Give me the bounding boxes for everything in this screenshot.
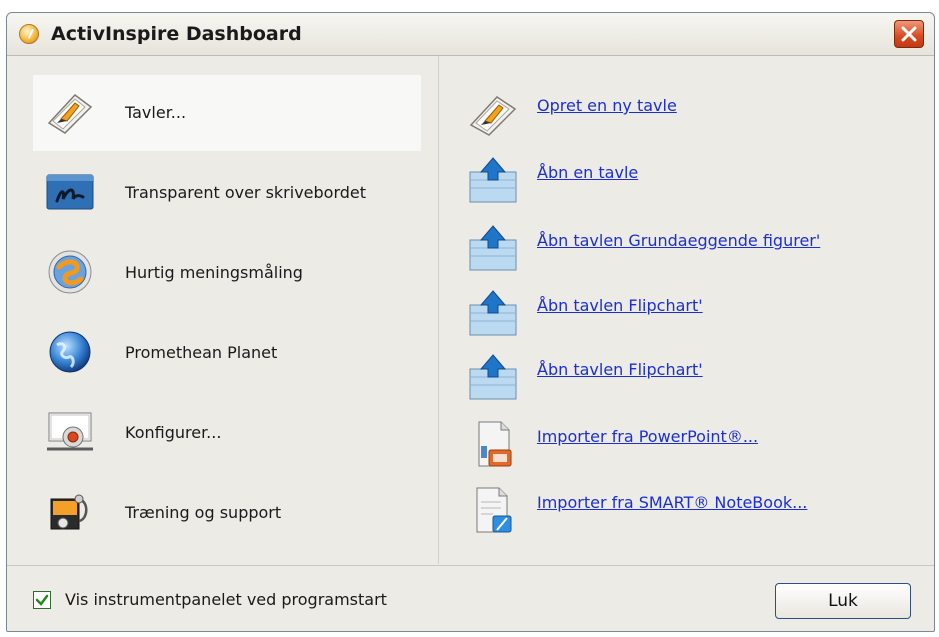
link-open-flipchart-template-2[interactable]: Åbn tavlen Flipchart' xyxy=(537,347,703,393)
menu-label-promethean-planet: Promethean Planet xyxy=(125,343,278,362)
link-item-new-flipchart[interactable]: Opret en ny tavle xyxy=(463,83,923,143)
close-button[interactable]: Luk xyxy=(775,583,911,619)
footer-divider xyxy=(7,565,934,566)
link-new-flipchart[interactable]: Opret en ny tavle xyxy=(537,83,677,129)
menu-item-configure[interactable]: Konfigurer... xyxy=(33,395,421,471)
title-bar[interactable]: ActivInspire Dashboard xyxy=(7,13,934,56)
menu-label-configure: Konfigurer... xyxy=(125,423,222,442)
menu-label-training-support: Træning og support xyxy=(125,503,282,522)
menu-label-flipcharts: Tavler... xyxy=(125,103,187,122)
window-title: ActivInspire Dashboard xyxy=(51,23,302,45)
link-open-flipchart[interactable]: Åbn en tavle xyxy=(537,150,638,196)
menu-item-promethean-planet[interactable]: Promethean Planet xyxy=(33,315,421,391)
checkmark-icon xyxy=(35,594,49,606)
flipchart-icon xyxy=(47,93,93,134)
link-item-open-flipchart-1[interactable]: Åbn tavlen Flipchart' xyxy=(463,283,923,343)
link-import-powerpoint[interactable]: Importer fra PowerPoint®... xyxy=(537,414,758,460)
open-folder-icon xyxy=(469,354,517,400)
training-support-icon xyxy=(50,494,88,530)
globe-icon xyxy=(49,331,91,373)
menu-item-express-poll[interactable]: Hurtig meningsmåling xyxy=(33,235,421,311)
link-item-import-powerpoint[interactable]: Importer fra PowerPoint®... xyxy=(463,414,923,474)
link-open-basic-shapes[interactable]: Åbn tavlen Grundaeggende figurer' xyxy=(537,218,820,264)
express-poll-icon xyxy=(48,250,92,294)
menu-item-training-support[interactable]: Træning og support xyxy=(33,475,421,551)
dashboard-window: ActivInspire Dashboard Tavler... Transpa… xyxy=(6,12,935,632)
configure-icon xyxy=(47,412,93,451)
show-at-startup-checkbox[interactable] xyxy=(33,591,51,609)
menu-item-flipcharts[interactable]: Tavler... xyxy=(33,75,421,151)
link-item-import-notebook[interactable]: Importer fra SMART® NoteBook... xyxy=(463,480,923,540)
new-flipchart-icon xyxy=(469,96,517,136)
open-folder-icon xyxy=(469,157,517,203)
menu-item-desktop-annotate[interactable]: Transparent over skrivebordet xyxy=(33,155,421,231)
activinspire-app-icon xyxy=(19,24,39,44)
close-icon xyxy=(901,26,917,42)
show-at-startup-label: Vis instrumentpanelet ved programstart xyxy=(65,590,387,609)
notebook-import-icon xyxy=(476,487,512,533)
panel-divider xyxy=(438,56,439,564)
link-item-open-flipchart[interactable]: Åbn en tavle xyxy=(463,150,923,210)
link-item-open-flipchart-2[interactable]: Åbn tavlen Flipchart' xyxy=(463,347,923,407)
menu-label-desktop-annotate: Transparent over skrivebordet xyxy=(125,183,367,202)
close-window-button[interactable] xyxy=(894,20,924,48)
powerpoint-import-icon xyxy=(478,421,512,467)
link-import-notebook[interactable]: Importer fra SMART® NoteBook... xyxy=(537,480,807,526)
open-folder-icon xyxy=(469,225,517,271)
link-item-open-basic-shapes[interactable]: Åbn tavlen Grundaeggende figurer' xyxy=(463,218,923,278)
menu-label-express-poll: Hurtig meningsmåling xyxy=(125,263,303,282)
link-open-flipchart-template-1[interactable]: Åbn tavlen Flipchart' xyxy=(537,283,703,329)
desktop-annotate-icon xyxy=(46,174,94,210)
open-folder-icon xyxy=(469,290,517,336)
